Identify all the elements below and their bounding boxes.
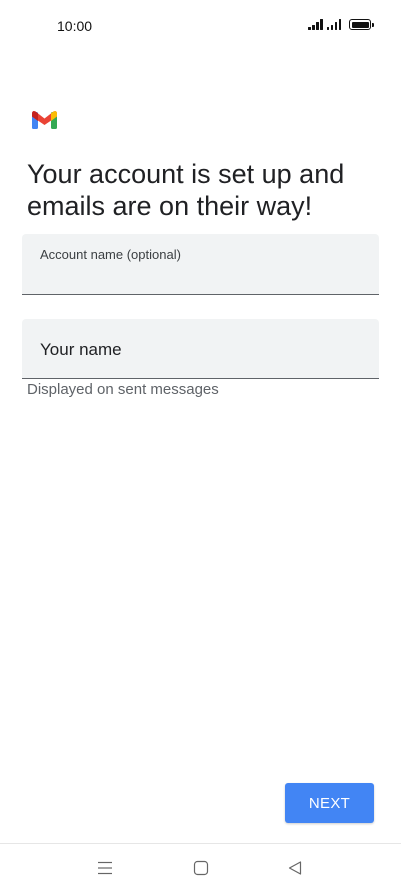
page-title: Your account is set up and emails are on… [27,159,345,221]
navigation-bar [0,843,401,892]
status-icons [308,19,374,30]
your-name-helper-text: Displayed on sent messages [27,381,219,398]
signal-icon [308,19,323,30]
account-name-field[interactable]: Account name (optional) [22,234,379,295]
home-icon[interactable] [190,857,212,879]
your-name-field[interactable]: Your name [22,319,379,379]
your-name-placeholder: Your name [40,340,122,359]
setup-screen: 10:00 Your account is set up and emails … [0,0,401,892]
gmail-logo-icon [32,111,57,129]
account-name-label: Account name (optional) [40,247,181,262]
signal-icon [326,19,341,30]
status-bar: 10:00 [0,0,401,54]
status-time: 10:00 [57,18,93,34]
next-button[interactable]: NEXT [285,783,374,823]
battery-icon [349,19,374,30]
account-name-input[interactable] [40,266,361,288]
back-icon[interactable] [284,857,306,879]
menu-icon[interactable] [94,857,116,879]
